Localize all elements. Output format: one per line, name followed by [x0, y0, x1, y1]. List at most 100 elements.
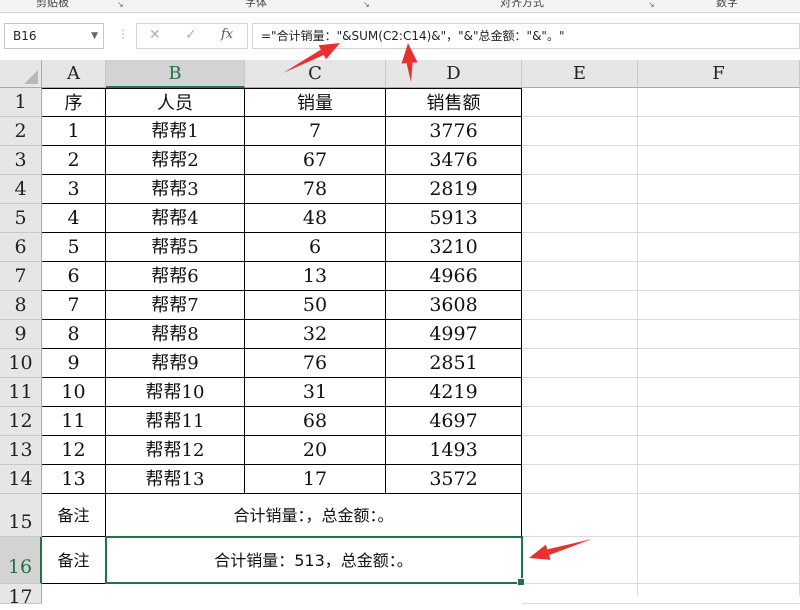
row-header-4[interactable]: 4: [0, 175, 42, 204]
cell-c6[interactable]: 6: [245, 233, 386, 262]
cell-d8[interactable]: 3608: [386, 291, 522, 320]
cell-c7[interactable]: 13: [245, 262, 386, 291]
cell-a11[interactable]: 10: [42, 378, 106, 407]
cell-c9[interactable]: 32: [245, 320, 386, 349]
ribbon-group-alignment[interactable]: 对齐方式: [500, 0, 544, 10]
cell-d11[interactable]: 4219: [386, 378, 522, 407]
formula-input[interactable]: ="合计销量："&SUM(C2:C14)&"，"&"总金额："&"。": [252, 23, 800, 49]
insert-function-icon[interactable]: fx: [221, 27, 233, 42]
cell-c4[interactable]: 78: [245, 175, 386, 204]
row-header-17[interactable]: 17: [0, 584, 42, 608]
cell-c1[interactable]: 销量: [245, 88, 386, 117]
cell-a2[interactable]: 1: [42, 117, 106, 146]
cell-b11[interactable]: 帮帮10: [106, 378, 245, 407]
name-box[interactable]: B16 ▼: [4, 23, 104, 49]
note-label[interactable]: 备注: [42, 537, 106, 584]
cell-b2[interactable]: 帮帮1: [106, 117, 245, 146]
cell-d14[interactable]: 3572: [386, 465, 522, 494]
cell-b13[interactable]: 帮帮12: [106, 436, 245, 465]
cell-b10[interactable]: 帮帮9: [106, 349, 245, 378]
cell-a4[interactable]: 3: [42, 175, 106, 204]
cell-b8[interactable]: 帮帮7: [106, 291, 245, 320]
cell-d7[interactable]: 4966: [386, 262, 522, 291]
ribbon-group-font[interactable]: 字体: [245, 0, 267, 10]
cell-a10[interactable]: 9: [42, 349, 106, 378]
column-header-c[interactable]: C: [245, 60, 386, 88]
row-header-15[interactable]: 15: [0, 494, 42, 537]
cell-b3[interactable]: 帮帮2: [106, 146, 245, 175]
cell-c2[interactable]: 7: [245, 117, 386, 146]
cell-d1[interactable]: 销售额: [386, 88, 522, 117]
cell-b1[interactable]: 人员: [106, 88, 245, 117]
row-header-7[interactable]: 7: [0, 262, 42, 291]
cancel-icon[interactable]: ✕: [149, 27, 161, 43]
drag-handle-icon[interactable]: ⋮: [117, 27, 129, 41]
cell-a9[interactable]: 8: [42, 320, 106, 349]
cell-c5[interactable]: 48: [245, 204, 386, 233]
cell-c8[interactable]: 50: [245, 291, 386, 320]
row-header-10[interactable]: 10: [0, 349, 42, 378]
chevron-down-icon[interactable]: ▼: [91, 24, 98, 48]
cell-d5[interactable]: 5913: [386, 204, 522, 233]
row-header-5[interactable]: 5: [0, 204, 42, 233]
cell-b9[interactable]: 帮帮8: [106, 320, 245, 349]
note-merged-cell-b15[interactable]: 合计销量：，总金额：。: [106, 494, 522, 537]
cell-a3[interactable]: 2: [42, 146, 106, 175]
dialog-launcher-icon[interactable]: ↘: [363, 0, 372, 9]
row-header-2[interactable]: 2: [0, 117, 42, 146]
fill-handle[interactable]: [517, 578, 525, 586]
cell-b14[interactable]: 帮帮13: [106, 465, 245, 494]
cell-c14[interactable]: 17: [245, 465, 386, 494]
cell-d10[interactable]: 2851: [386, 349, 522, 378]
cell-a5[interactable]: 4: [42, 204, 106, 233]
cell-a14[interactable]: 13: [42, 465, 106, 494]
cell-d4[interactable]: 2819: [386, 175, 522, 204]
cell-d2[interactable]: 3776: [386, 117, 522, 146]
gridline: [522, 406, 800, 407]
note-label[interactable]: 备注: [42, 494, 106, 537]
row-header-3[interactable]: 3: [0, 146, 42, 175]
check-icon[interactable]: ✓: [185, 27, 197, 43]
cell-c10[interactable]: 76: [245, 349, 386, 378]
cell-a12[interactable]: 11: [42, 407, 106, 436]
row-header-12[interactable]: 12: [0, 407, 42, 436]
ribbon-group-number[interactable]: 数字: [716, 0, 738, 10]
cell-c13[interactable]: 20: [245, 436, 386, 465]
cell-a1[interactable]: 序: [42, 88, 106, 117]
cell-b12[interactable]: 帮帮11: [106, 407, 245, 436]
row-header-11[interactable]: 11: [0, 378, 42, 407]
dialog-launcher-icon[interactable]: ↘: [117, 0, 126, 9]
row-header-8[interactable]: 8: [0, 291, 42, 320]
column-header-d[interactable]: D: [386, 60, 522, 88]
column-header-e[interactable]: E: [522, 60, 638, 88]
cell-a13[interactable]: 12: [42, 436, 106, 465]
cell-b4[interactable]: 帮帮3: [106, 175, 245, 204]
cell-c12[interactable]: 68: [245, 407, 386, 436]
column-header-f[interactable]: F: [638, 60, 800, 88]
row-header-1[interactable]: 1: [0, 88, 42, 117]
column-header-a[interactable]: A: [42, 60, 106, 88]
cell-d3[interactable]: 3476: [386, 146, 522, 175]
row-header-14[interactable]: 14: [0, 465, 42, 494]
cell-b7[interactable]: 帮帮6: [106, 262, 245, 291]
ribbon-group-clipboard[interactable]: 剪贴板: [36, 0, 69, 10]
cell-b5[interactable]: 帮帮4: [106, 204, 245, 233]
row-header-13[interactable]: 13: [0, 436, 42, 465]
cell-c11[interactable]: 31: [245, 378, 386, 407]
cell-c3[interactable]: 67: [245, 146, 386, 175]
cell-b6[interactable]: 帮帮5: [106, 233, 245, 262]
row-header-9[interactable]: 9: [0, 320, 42, 349]
cell-a8[interactable]: 7: [42, 291, 106, 320]
row-header-16[interactable]: 16: [0, 537, 42, 584]
cell-d9[interactable]: 4997: [386, 320, 522, 349]
cell-d12[interactable]: 4697: [386, 407, 522, 436]
row-header-6[interactable]: 6: [0, 233, 42, 262]
column-header-b[interactable]: B: [106, 60, 245, 88]
dialog-launcher-icon[interactable]: ↘: [648, 0, 657, 9]
cell-a7[interactable]: 6: [42, 262, 106, 291]
spreadsheet-grid[interactable]: A B C D E F 1 序人员 销量 销售额 2 1 帮帮1 7 3776 3 2 帮帮2 67 3476 4 3 帮帮…: [0, 60, 800, 608]
select-all-button[interactable]: [0, 60, 42, 88]
cell-d6[interactable]: 3210: [386, 233, 522, 262]
cell-d13[interactable]: 1493: [386, 436, 522, 465]
cell-a6[interactable]: 5: [42, 233, 106, 262]
